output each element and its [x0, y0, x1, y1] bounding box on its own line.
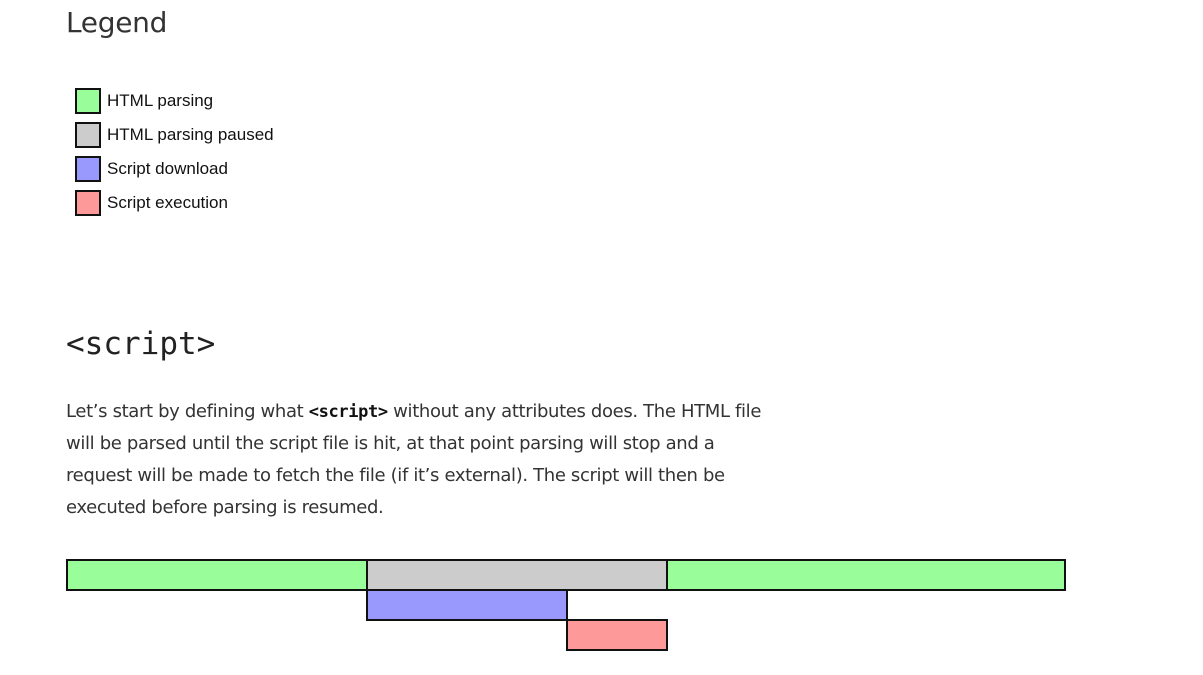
paragraph-text: Let’s start by defining what: [66, 401, 309, 422]
legend-swatch-script-execution: [75, 190, 101, 216]
legend-item-script-execution: Script execution: [75, 186, 274, 220]
timeline-bar-html-parsing-paused: [366, 559, 668, 591]
legend-label: Script download: [107, 159, 228, 178]
section-title: <script>: [66, 326, 216, 362]
legend-label: HTML parsing: [107, 91, 214, 110]
legend-swatch-script-download: [75, 156, 101, 182]
legend-title: Legend: [66, 6, 168, 39]
timeline-bar-script-execution: [566, 619, 668, 651]
legend-swatch-html-parsing: [75, 88, 101, 114]
legend-item-html-parsing-paused: HTML parsing paused: [75, 118, 274, 152]
inline-code: <script>: [308, 402, 388, 422]
timeline-bar-script-download: [366, 589, 568, 621]
legend-item-html-parsing: HTML parsing: [75, 84, 274, 118]
legend-item-script-download: Script download: [75, 152, 274, 186]
legend-swatch-html-parsing-paused: [75, 122, 101, 148]
legend-list: HTML parsing HTML parsing paused Script …: [75, 84, 274, 220]
section-paragraph: Let’s start by defining what <script> wi…: [66, 396, 776, 524]
timeline-bar-html-parsing: [666, 559, 1066, 591]
legend-label: Script execution: [107, 193, 228, 212]
legend-label: HTML parsing paused: [107, 125, 274, 144]
timeline-bar-html-parsing: [66, 559, 368, 591]
